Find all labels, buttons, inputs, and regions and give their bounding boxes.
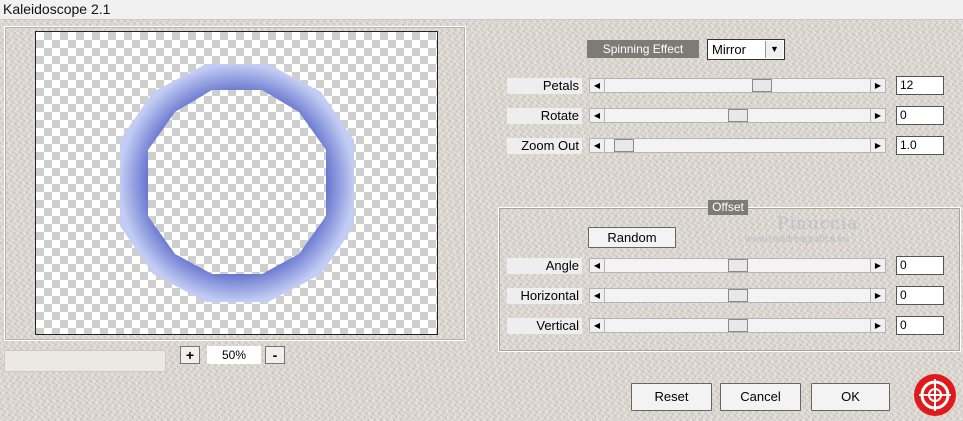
spinning-effect-label: Spinning Effect	[587, 40, 699, 58]
rotate-label: Rotate	[507, 108, 582, 124]
left-arrow-icon[interactable]: ◀	[590, 139, 605, 152]
angle-label: Angle	[507, 258, 582, 274]
vertical-label: Vertical	[507, 318, 582, 334]
petals-slider[interactable]: ◀ ▶	[589, 78, 886, 93]
petals-label: Petals	[507, 78, 582, 94]
angle-slider[interactable]: ◀ ▶	[589, 258, 886, 273]
spinning-effect-select[interactable]: Mirror ▼	[707, 39, 785, 60]
right-arrow-icon[interactable]: ▶	[870, 289, 885, 302]
offset-title: Offset	[708, 200, 748, 215]
horizontal-slider[interactable]: ◀ ▶	[589, 288, 886, 303]
spinning-effect-value: Mirror	[712, 42, 746, 57]
zoom-out-slider[interactable]: ◀ ▶	[589, 138, 886, 153]
zoom-in-button[interactable]: +	[180, 346, 200, 364]
right-arrow-icon[interactable]: ▶	[870, 319, 885, 332]
petals-slider-thumb[interactable]	[752, 79, 773, 92]
right-arrow-icon[interactable]: ▶	[870, 259, 885, 272]
right-arrow-icon[interactable]: ▶	[870, 79, 885, 92]
zoom-out-label: Zoom Out	[507, 138, 582, 154]
chevron-down-icon[interactable]: ▼	[765, 41, 783, 58]
watermark-name: Pinuccia	[777, 214, 859, 234]
rotate-value-field[interactable]: 0	[896, 106, 944, 125]
lifebuoy-icon[interactable]	[911, 373, 959, 417]
rotate-slider-thumb[interactable]	[727, 109, 748, 122]
left-arrow-icon[interactable]: ◀	[590, 109, 605, 122]
vertical-slider-thumb[interactable]	[727, 319, 748, 332]
angle-value-field[interactable]: 0	[896, 256, 944, 275]
petals-value-field[interactable]: 12	[896, 76, 944, 95]
vertical-value-field[interactable]: 0	[896, 316, 944, 335]
left-arrow-icon[interactable]: ◀	[590, 289, 605, 302]
reset-button[interactable]: Reset	[631, 383, 712, 411]
zoom-out-button[interactable]: -	[265, 346, 285, 364]
watermark-site: www.moidreagrafica.eu	[745, 234, 849, 245]
horizontal-label: Horizontal	[507, 288, 582, 304]
left-arrow-icon[interactable]: ◀	[590, 79, 605, 92]
right-arrow-icon[interactable]: ▶	[870, 139, 885, 152]
window-title: Kaleidoscope 2.1	[3, 1, 111, 17]
zoom-out-value-field[interactable]: 1.0	[896, 136, 944, 155]
zoom-out-slider-thumb[interactable]	[613, 139, 634, 152]
status-bar	[4, 350, 166, 372]
right-arrow-icon[interactable]: ▶	[870, 109, 885, 122]
horizontal-slider-thumb[interactable]	[727, 289, 748, 302]
kaleidoscope-ring-preview	[120, 64, 354, 302]
cancel-button[interactable]: Cancel	[720, 383, 801, 411]
title-bar: Kaleidoscope 2.1	[0, 0, 963, 20]
preview-canvas[interactable]	[35, 31, 438, 335]
rotate-slider[interactable]: ◀ ▶	[589, 108, 886, 123]
horizontal-value-field[interactable]: 0	[896, 286, 944, 305]
angle-slider-thumb[interactable]	[727, 259, 748, 272]
ok-button[interactable]: OK	[811, 383, 890, 411]
random-button[interactable]: Random	[588, 227, 676, 248]
zoom-value: 50%	[207, 346, 261, 364]
vertical-slider[interactable]: ◀ ▶	[589, 318, 886, 333]
left-arrow-icon[interactable]: ◀	[590, 319, 605, 332]
left-arrow-icon[interactable]: ◀	[590, 259, 605, 272]
